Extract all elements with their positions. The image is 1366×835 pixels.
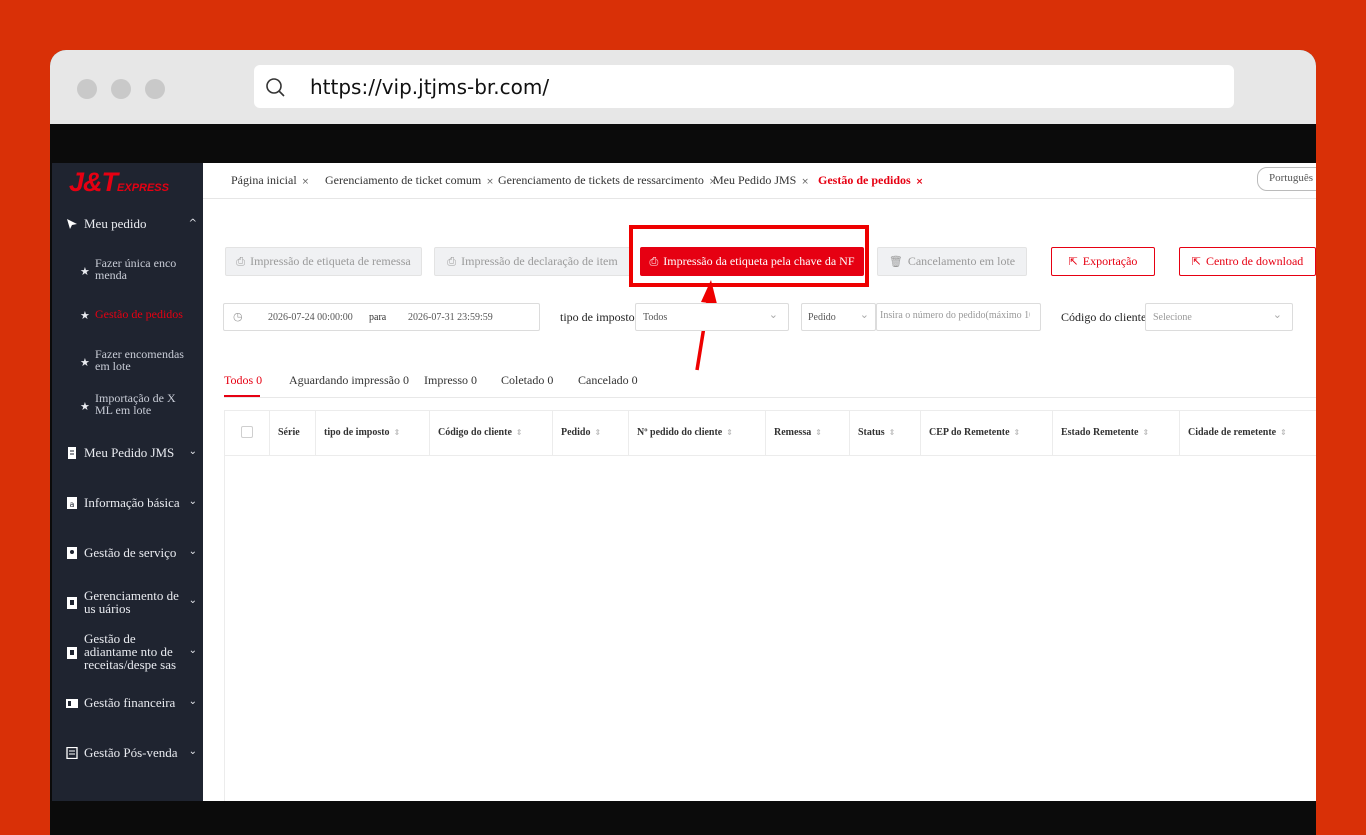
sort-icon[interactable]: ⇕ [889, 428, 896, 437]
column-header[interactable]: tipo de imposto ⇕ [316, 411, 430, 455]
document-icon [68, 447, 76, 459]
chevron-down-icon: ⌄ [188, 595, 197, 606]
chevron-down-icon: ⌄ [188, 496, 197, 507]
order-number-input[interactable]: Insira o número do pedido(máximo 10 [876, 303, 1041, 331]
after-sales-icon [66, 747, 78, 759]
download-center-button[interactable]: ⇱ Centro de download [1179, 247, 1316, 276]
window-dot-minimize[interactable] [111, 79, 131, 99]
column-header[interactable]: Estado Remetente ⇕ [1053, 411, 1180, 455]
column-header[interactable]: Nº pedido do cliente ⇕ [629, 411, 766, 455]
column-header: Série [270, 411, 316, 455]
sort-icon[interactable]: ⇕ [1142, 428, 1149, 437]
sort-icon[interactable]: ⇕ [726, 428, 733, 437]
order-type-select[interactable]: Pedido ⌄ [801, 303, 876, 331]
search-icon [266, 78, 285, 97]
tax-type-label: tipo de imposto [560, 310, 635, 324]
address-bar[interactable]: https://vip.jtjms-br.com/ [254, 65, 1234, 108]
star-icon: ★ [80, 356, 90, 369]
chevron-down-icon: ⌄ [188, 746, 197, 757]
close-icon[interactable]: × [302, 177, 310, 187]
column-header[interactable]: Status ⇕ [850, 411, 921, 455]
star-icon: ★ [80, 309, 90, 322]
url-text: https://vip.jtjms-br.com/ [310, 75, 550, 99]
clock-icon: ◷ [233, 310, 243, 323]
svg-text:a: a [70, 500, 75, 509]
chevron-down-icon: ⌄ [188, 645, 197, 656]
export-button[interactable]: ⇱ Exportação [1051, 247, 1155, 276]
status-tab-cancelado[interactable]: Cancelado 0 [578, 373, 638, 388]
jt-express-logo: J&TEXPRESS [69, 167, 169, 197]
sort-icon[interactable]: ⇕ [815, 428, 822, 437]
column-header[interactable]: CEP do Remetente ⇕ [921, 411, 1053, 455]
window-dot-close[interactable] [77, 79, 97, 99]
star-icon: ★ [80, 400, 90, 413]
sort-icon[interactable]: ⇕ [516, 428, 523, 437]
chevron-down-icon: ⌄ [188, 446, 197, 457]
app-area: J&TEXPRESS Meu pedido ^ ★ Fazer única en… [52, 163, 1316, 801]
chevron-down-icon: ⌄ [188, 546, 197, 557]
language-selector[interactable]: Português [1257, 167, 1316, 191]
trash-icon: 🗑 [888, 255, 903, 268]
status-tab-impresso[interactable]: Impresso 0 [424, 373, 477, 388]
users-icon [67, 597, 77, 609]
tab-tickets-ressarcimento[interactable]: Gerenciamento de tickets de ressarciment… [498, 173, 716, 188]
status-tab-aguardando[interactable]: Aguardando impressão 0 [289, 373, 409, 388]
tabs-divider [224, 397, 1316, 398]
select-all-checkbox[interactable] [241, 426, 253, 438]
close-icon[interactable]: × [916, 177, 924, 187]
tab-pagina-inicial[interactable]: Página inicial × [231, 173, 309, 188]
sort-icon[interactable]: ⇕ [1280, 428, 1287, 437]
batch-cancel-button[interactable]: 🗑 Cancelamento em lote [877, 247, 1027, 276]
orders-table-header: Série tipo de imposto ⇕ Código do cliente… [224, 410, 1316, 456]
finance-advance-icon [67, 647, 77, 659]
sort-icon[interactable]: ⇕ [1014, 428, 1021, 437]
browser-chrome: https://vip.jtjms-br.com/ [50, 50, 1316, 124]
column-header[interactable]: Pedido ⇕ [553, 411, 629, 455]
tab-meu-pedido-jms[interactable]: Meu Pedido JMS × [713, 173, 809, 188]
chevron-down-icon: ⌄ [1272, 308, 1282, 321]
column-header[interactable]: Cidade de remetente ⇕ [1180, 411, 1316, 455]
select-all-cell [225, 411, 270, 455]
tab-ticket-comum[interactable]: Gerenciamento de ticket comum × [325, 173, 494, 188]
print-shipping-label-button[interactable]: ⎙ Impressão de etiqueta de remessa [225, 247, 422, 276]
sort-icon[interactable]: ⇕ [594, 428, 601, 437]
page-tabs: Página inicial × Gerenciamento de ticket … [203, 163, 1316, 199]
service-icon [67, 547, 77, 559]
chevron-up-icon: ^ [188, 218, 197, 229]
column-header[interactable]: Código do cliente ⇕ [430, 411, 553, 455]
tax-type-select[interactable]: Todos ⌄ [635, 303, 789, 331]
print-item-declaration-button[interactable]: ⎙ Impressão de declaração de item [434, 247, 631, 276]
info-icon: a [67, 497, 77, 509]
cursor-icon [67, 219, 77, 229]
star-icon: ★ [80, 265, 90, 278]
sidebar: J&TEXPRESS Meu pedido ^ ★ Fazer única en… [52, 163, 203, 801]
chevron-down-icon: ⌄ [859, 308, 869, 321]
print-icon: ⎙ [236, 255, 246, 268]
export-icon: ⇱ [1068, 255, 1078, 268]
chevron-down-icon: ⌄ [768, 308, 778, 321]
close-icon[interactable]: × [486, 177, 494, 187]
tab-gestao-pedidos[interactable]: Gestão de pedidos × [818, 173, 923, 188]
date-range-picker[interactable]: ◷ 2026-07-24 00:00:00 para 2026-07-31 23… [223, 303, 540, 331]
client-code-label: Código do cliente [1061, 310, 1147, 324]
chevron-down-icon: ⌄ [188, 696, 197, 707]
status-tab-coletado[interactable]: Coletado 0 [501, 373, 553, 388]
print-icon: ⎙ [447, 255, 457, 268]
browser-window: https://vip.jtjms-br.com/ J&TEXPRESS Meu… [50, 50, 1316, 835]
close-icon[interactable]: × [801, 177, 809, 187]
annotation-highlight-box [629, 225, 869, 287]
status-tab-todos[interactable]: Todos 0 [224, 373, 262, 388]
orders-table-body [224, 456, 1316, 801]
window-dot-maximize[interactable] [145, 79, 165, 99]
finance-icon [66, 699, 78, 708]
download-icon: ⇱ [1191, 255, 1201, 268]
column-header[interactable]: Remessa ⇕ [766, 411, 850, 455]
sort-icon[interactable]: ⇕ [394, 428, 401, 437]
client-code-select[interactable]: Selecione ⌄ [1145, 303, 1293, 331]
